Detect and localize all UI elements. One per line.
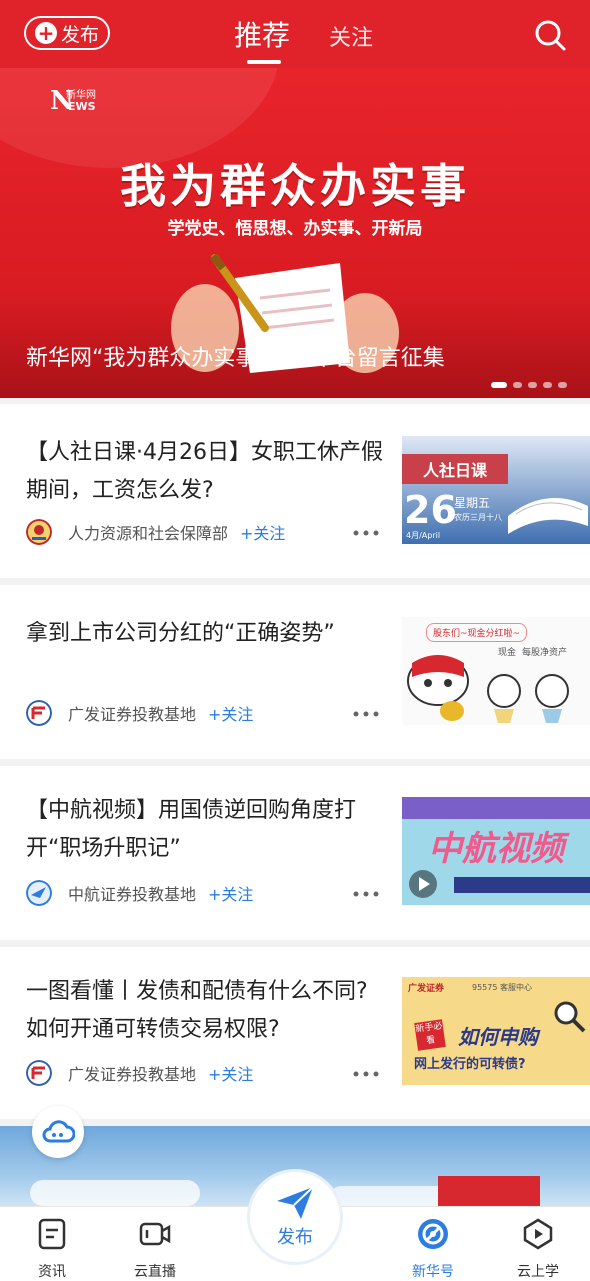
plus-icon: + <box>34 22 57 44</box>
open-book-illustration <box>508 498 588 534</box>
gf-securities-logo-icon <box>26 700 52 726</box>
more-icon[interactable] <box>353 1071 379 1077</box>
follow-button[interactable]: +关注 <box>208 881 253 905</box>
xinhua-icon <box>418 1219 448 1249</box>
article-card[interactable]: 【人社日课·4月26日】女职工休产假期间，工资怎么发? 人力资源和社会保障部 +… <box>0 404 590 578</box>
xinhua-logo: N 新华网 EWS <box>50 86 96 116</box>
source-name[interactable]: 中航证券投教基地 <box>68 881 196 905</box>
mohrss-emblem-icon <box>26 519 52 545</box>
play-icon[interactable] <box>408 869 438 899</box>
carousel-dot <box>491 382 507 388</box>
carousel-dot <box>528 382 537 388</box>
top-header: + 发布 推荐 关注 <box>0 0 590 68</box>
article-title[interactable]: 【中航视频】用国债逆回购角度打开“职场升职记” <box>26 792 386 868</box>
banner-subline: 学党史、悟思想、办实事、开新局 <box>167 219 423 239</box>
follow-button[interactable]: +关注 <box>208 1061 253 1085</box>
banner-caption: 新华网“我为群众办实事”网络平台留言征集 <box>26 346 445 371</box>
follow-button[interactable]: +关注 <box>240 520 285 544</box>
send-icon <box>277 1186 314 1219</box>
live-icon <box>139 1222 171 1246</box>
article-card[interactable]: 拿到上市公司分红的“正确姿势” 广发证券投教基地 +关注 股东们~现金分红啦~ … <box>0 585 590 759</box>
cloud-float-button[interactable] <box>32 1106 84 1158</box>
article-title[interactable]: 【人社日课·4月26日】女职工休产假期间，工资怎么发? <box>26 434 386 510</box>
tab-following[interactable]: 关注 <box>329 20 373 52</box>
cartoon-cow-illustration <box>407 655 569 723</box>
article-title[interactable]: 拿到上市公司分红的“正确姿势” <box>26 615 386 653</box>
article-thumbnail[interactable]: 人社日课 26 星期五 农历三月十八 4月/April <box>402 436 590 544</box>
tab-label: 发布 <box>277 1227 313 1248</box>
publish-center-button[interactable]: 发布 <box>250 1172 340 1262</box>
magnifier-illustration <box>554 1001 586 1033</box>
tab-live[interactable]: 云直播 <box>120 1217 190 1281</box>
article-title[interactable]: 一图看懂丨发债和配债有什么不同?如何开通可转债交易权限? <box>26 973 386 1049</box>
tab-recommend[interactable]: 推荐 <box>234 14 290 54</box>
tab-learn[interactable]: 云上学 <box>503 1217 573 1281</box>
more-icon[interactable] <box>353 711 379 717</box>
banner-carousel[interactable]: N 新华网 EWS 我为群众办实事 学党史、悟思想、办实事、开新局 新华网“我为… <box>0 68 590 398</box>
tab-label: 云直播 <box>134 1264 176 1280</box>
article-thumbnail[interactable]: 中航视频 <box>402 797 590 905</box>
source-name[interactable]: 广发证券投教基地 <box>68 701 196 725</box>
learn-icon <box>523 1218 553 1250</box>
cloud-icon <box>42 1120 75 1143</box>
tab-xinhua-hao[interactable]: 新华号 <box>398 1217 468 1281</box>
tab-news[interactable]: 资讯 <box>17 1217 87 1281</box>
article-meta: 中航证券投教基地 +关注 <box>26 879 253 907</box>
gf-securities-logo-icon <box>26 1060 52 1086</box>
carousel-dot <box>543 382 552 388</box>
article-thumbnail[interactable]: 广发证券 95575 客服中心 新手必看 如何申购 网上发行的可转债? <box>402 977 590 1085</box>
carousel-dot <box>513 382 522 388</box>
article-meta: 广发证券投教基地 +关注 <box>26 1059 253 1087</box>
publish-button[interactable]: + 发布 <box>24 16 110 50</box>
tab-label: 云上学 <box>517 1264 559 1280</box>
carousel-indicator <box>491 382 567 388</box>
more-icon[interactable] <box>353 530 379 536</box>
tab-label: 新华号 <box>412 1264 454 1280</box>
follow-button[interactable]: +关注 <box>208 701 253 725</box>
carousel-dot <box>558 382 567 388</box>
tab-label: 资讯 <box>38 1264 66 1280</box>
news-icon <box>38 1218 66 1250</box>
active-tab-indicator <box>247 60 281 64</box>
publish-label: 发布 <box>60 23 99 46</box>
source-name[interactable]: 广发证券投教基地 <box>68 1061 196 1085</box>
more-icon[interactable] <box>353 891 379 897</box>
avic-securities-logo-icon <box>26 880 52 906</box>
article-meta: 人力资源和社会保障部 +关注 <box>26 518 285 546</box>
article-card[interactable]: 【中航视频】用国债逆回购角度打开“职场升职记” 中航证券投教基地 +关注 中航视… <box>0 766 590 940</box>
article-meta: 广发证券投教基地 +关注 <box>26 699 253 727</box>
source-name[interactable]: 人力资源和社会保障部 <box>68 520 228 544</box>
banner-headline: 我为群众办实事 <box>120 159 470 213</box>
article-card[interactable]: 一图看懂丨发债和配债有什么不同?如何开通可转债交易权限? 广发证券投教基地 +关… <box>0 947 590 1119</box>
search-icon[interactable] <box>533 18 567 52</box>
article-thumbnail[interactable]: 股东们~现金分红啦~ 现金 每股净资产 <box>402 617 590 725</box>
